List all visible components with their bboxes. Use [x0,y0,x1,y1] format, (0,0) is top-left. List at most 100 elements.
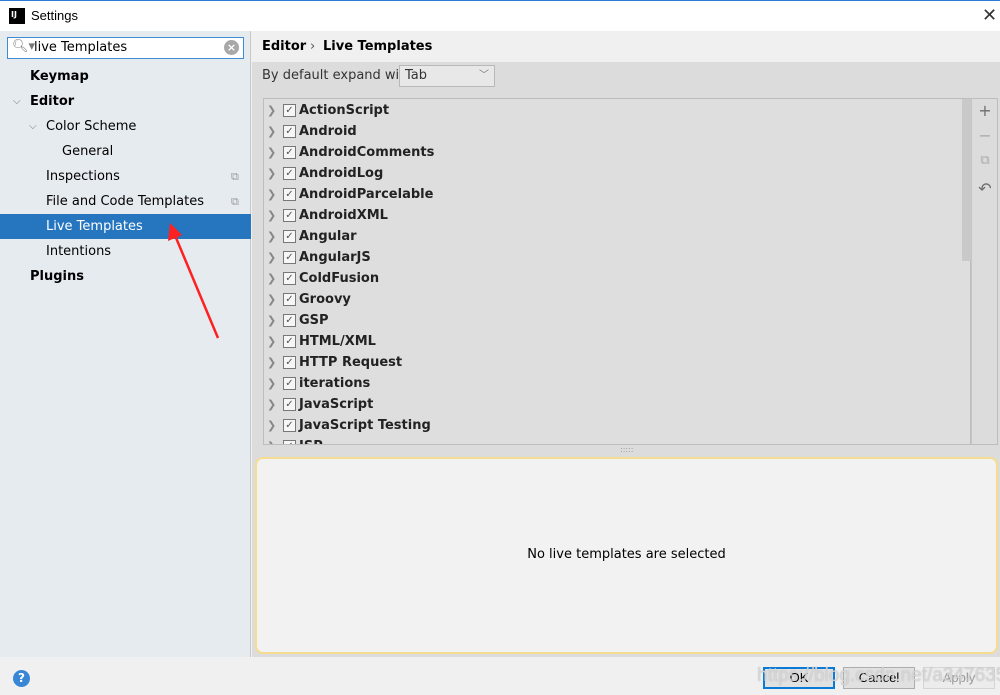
chevron-right-icon[interactable]: ❯ [267,142,276,163]
sidebar-item-inspections[interactable]: Inspections ⧉ [0,164,251,189]
sidebar-item-color-scheme[interactable]: ⌵ Color Scheme [0,114,251,139]
add-icon[interactable]: + [977,101,993,120]
chevron-down-icon: ﹀ [479,70,489,81]
group-checkbox[interactable]: ✓ [283,356,296,369]
search-input[interactable] [34,40,214,55]
sidebar-item-label: Editor [30,94,75,109]
group-checkbox[interactable]: ✓ [283,293,296,306]
chevron-right-icon[interactable]: ❯ [267,205,276,226]
list-toolbar: + − ⧉ ↶ [971,98,998,445]
breadcrumb-separator: › [310,39,316,54]
sidebar-item-label: Plugins [30,269,84,284]
sidebar-item-label: Color Scheme [46,119,137,134]
copy-icon[interactable]: ⧉ [977,153,993,168]
group-checkbox[interactable]: ✓ [283,272,296,285]
group-checkbox[interactable]: ✓ [283,377,296,390]
template-detail-panel: No live templates are selected [255,457,998,654]
group-name: HTML/XML [299,334,376,349]
breadcrumb-parent[interactable]: Editor [262,39,306,54]
sidebar-item-general[interactable]: General [0,139,251,164]
sidebar-item-label: Inspections [46,169,120,184]
template-group-list[interactable]: ❯ ✓ ActionScript ❯ ✓ Android ❯ ✓ AndroidComments… [263,98,971,445]
group-checkbox[interactable]: ✓ [283,251,296,264]
restore-icon[interactable]: ↶ [977,179,993,198]
remove-icon[interactable]: − [977,126,993,145]
group-checkbox[interactable]: ✓ [283,440,296,444]
page-title: Live Templates [323,39,433,54]
group-name: AndroidParcelable [299,187,434,202]
chevron-right-icon[interactable]: ❯ [267,268,276,289]
apply-button[interactable]: Apply [923,667,995,689]
expand-label: By default expand with [262,68,413,83]
group-name: ActionScript [299,103,390,118]
chevron-right-icon[interactable]: ❯ [267,226,276,247]
sidebar-item-label: Keymap [30,69,89,84]
chevron-right-icon[interactable]: ❯ [267,373,276,394]
group-checkbox[interactable]: ✓ [283,230,296,243]
title-bar: IJ Settings ✕ [0,0,1000,31]
group-checkbox[interactable]: ✓ [283,209,296,222]
group-checkbox[interactable]: ✓ [283,167,296,180]
expand-select-value: Tab [405,68,428,83]
group-name: ColdFusion [299,271,380,286]
sidebar-item-editor[interactable]: ⌵ Editor [0,89,251,114]
sidebar-item-label: Live Templates [46,219,143,234]
group-name: Groovy [299,292,351,307]
group-name: JSP [299,436,323,444]
group-checkbox[interactable]: ✓ [283,314,296,327]
group-checkbox[interactable]: ✓ [283,104,296,117]
group-name: AndroidLog [299,166,384,181]
group-name: AndroidXML [299,208,388,223]
clear-search-icon[interactable]: × [224,40,239,55]
help-button[interactable]: ? [13,670,30,687]
empty-selection-message: No live templates are selected [527,547,726,562]
chevron-right-icon[interactable]: ❯ [267,331,276,352]
group-name: AndroidComments [299,145,435,160]
chevron-down-icon[interactable]: ⌵ [29,114,37,139]
annotation-arrow [168,223,220,339]
chevron-right-icon[interactable]: ❯ [267,184,276,205]
chevron-down-icon[interactable]: ⌵ [13,89,21,114]
chevron-right-icon[interactable]: ❯ [267,415,276,436]
search-box[interactable]: 🔍︎▾ × [7,37,244,59]
sidebar-item-label: File and Code Templates [46,194,204,209]
sidebar-item-label: General [62,144,114,159]
app-icon: IJ [9,8,25,24]
group-name: JavaScript [299,397,374,412]
ok-button[interactable]: OK [763,667,835,689]
group-name: Android [299,124,357,139]
group-checkbox[interactable]: ✓ [283,419,296,432]
window-title: Settings [31,8,78,23]
cancel-button[interactable]: Cancel [843,667,915,689]
chevron-right-icon[interactable]: ❯ [267,121,276,142]
group-name: AngularJS [299,250,371,265]
group-name: HTTP Request [299,355,403,370]
group-name: iterations [299,376,371,391]
expand-select[interactable]: Tab ﹀ [399,65,495,87]
breadcrumb: Editor › Live Templates [252,31,1000,62]
chevron-right-icon[interactable]: ❯ [267,436,276,444]
project-copy-icon: ⧉ [231,170,239,183]
close-icon[interactable]: ✕ [982,5,997,26]
search-icon[interactable]: 🔍︎▾ [12,39,35,54]
sidebar-item-keymap[interactable]: Keymap [0,64,251,89]
project-copy-icon: ⧉ [231,195,239,208]
group-name: JavaScript Testing [299,418,431,433]
chevron-right-icon[interactable]: ❯ [267,352,276,373]
chevron-right-icon[interactable]: ❯ [267,247,276,268]
group-checkbox[interactable]: ✓ [283,146,296,159]
group-checkbox[interactable]: ✓ [283,335,296,348]
chevron-right-icon[interactable]: ❯ [267,310,276,331]
scrollbar-thumb[interactable] [962,99,971,261]
sidebar-item-file-and-code-templates[interactable]: File and Code Templates ⧉ [0,189,251,214]
chevron-right-icon[interactable]: ❯ [267,289,276,310]
group-checkbox[interactable]: ✓ [283,398,296,411]
chevron-right-icon[interactable]: ❯ [267,394,276,415]
group-checkbox[interactable]: ✓ [283,188,296,201]
group-checkbox[interactable]: ✓ [283,125,296,138]
chevron-right-icon[interactable]: ❯ [267,163,276,184]
sidebar-item-label: Intentions [46,244,112,259]
group-name: Angular [299,229,357,244]
chevron-right-icon[interactable]: ❯ [267,100,276,121]
splitter-handle[interactable]: ::::: [620,445,633,454]
